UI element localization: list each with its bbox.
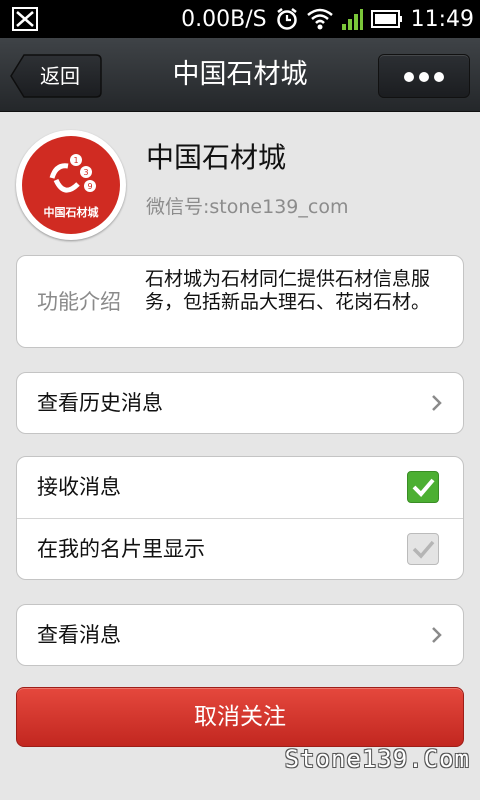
- check-icon: [412, 478, 435, 497]
- intro-text: 石材城为石材同仁提供石材信息服务，包括新品大理石、花岗石材。: [145, 268, 431, 313]
- check-icon: [412, 540, 435, 559]
- receive-messages-row[interactable]: 接收消息: [17, 457, 463, 517]
- show-in-card-checkbox[interactable]: [407, 533, 439, 565]
- view-history-label: 查看历史消息: [37, 391, 163, 415]
- profile-name: 中国石材城: [146, 141, 287, 174]
- receive-messages-label: 接收消息: [37, 475, 121, 499]
- view-messages-label: 查看消息: [37, 623, 121, 647]
- avatar: 1 3 9 中国石材城: [16, 130, 126, 240]
- usb-debug-icon: [12, 7, 38, 31]
- avatar-text: 中国石材城: [43, 206, 99, 219]
- more-icon: [379, 55, 469, 99]
- alarm-icon: [275, 7, 299, 31]
- wechat-id: 微信号:stone139_com: [146, 196, 349, 218]
- svg-text:9: 9: [87, 182, 92, 191]
- show-in-card-row[interactable]: 在我的名片里显示: [17, 519, 463, 579]
- history-card: 查看历史消息: [16, 372, 464, 434]
- settings-card: 接收消息 在我的名片里显示: [16, 456, 464, 580]
- unfollow-button[interactable]: 取消关注: [16, 687, 464, 747]
- receive-messages-checkbox[interactable]: [407, 471, 439, 503]
- view-messages-row[interactable]: 查看消息: [17, 605, 463, 665]
- battery-icon: [370, 10, 403, 28]
- network-speed: 0.00B/S: [181, 6, 267, 32]
- view-messages-card: 查看消息: [16, 604, 464, 666]
- svg-text:3: 3: [83, 168, 88, 177]
- status-bar: 0.00B/S 11:49: [0, 0, 480, 38]
- more-options-button[interactable]: [378, 54, 470, 98]
- intro-card: 功能介绍 石材城为石材同仁提供石材信息服务，包括新品大理石、花岗石材。: [16, 255, 464, 348]
- chevron-right-icon: [432, 395, 442, 411]
- signal-icon: [341, 8, 363, 30]
- chevron-right-icon: [432, 627, 442, 643]
- title-bar: 返回 中国石材城: [0, 38, 480, 112]
- view-history-row[interactable]: 查看历史消息: [17, 373, 463, 433]
- clock-time: 11:49: [410, 6, 474, 32]
- show-in-card-label: 在我的名片里显示: [37, 537, 205, 561]
- svg-text:1: 1: [73, 156, 78, 165]
- wifi-icon: [306, 8, 333, 30]
- watermark: Stone139.Com: [284, 745, 470, 773]
- intro-label: 功能介绍: [37, 290, 121, 314]
